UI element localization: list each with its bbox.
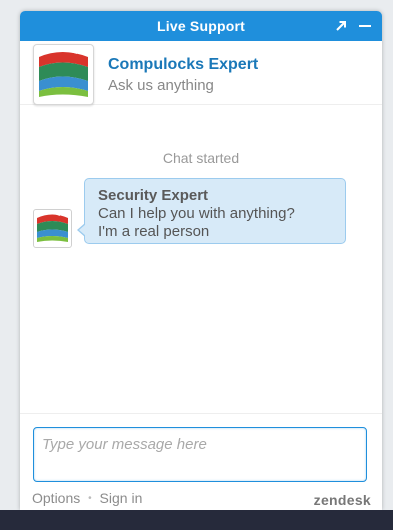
zendesk-brand[interactable]: zendesk bbox=[314, 492, 371, 508]
agent-avatar bbox=[33, 209, 72, 248]
footer-links: Options • Sign in bbox=[32, 490, 142, 506]
message-line: Can I help you with anything? bbox=[98, 205, 295, 222]
chat-log[interactable]: Chat started Security Expert Can I help … bbox=[20, 105, 382, 413]
footer-separator: • bbox=[88, 493, 92, 504]
popout-arrow-icon[interactable] bbox=[330, 11, 352, 41]
chat-widget: Live Support Compulocks Expert Ask us an… bbox=[20, 11, 382, 510]
options-link[interactable]: Options bbox=[32, 490, 80, 506]
minimize-icon[interactable] bbox=[354, 11, 376, 41]
agent-name: Compulocks Expert bbox=[108, 56, 259, 73]
message-composer: Options • Sign in zendesk bbox=[20, 413, 382, 510]
compulocks-logo bbox=[33, 44, 94, 105]
agent-header: Compulocks Expert Ask us anything bbox=[20, 41, 382, 105]
message-sender: Security Expert bbox=[98, 187, 209, 204]
chat-titlebar[interactable]: Live Support bbox=[20, 11, 382, 41]
message-input[interactable] bbox=[33, 427, 367, 482]
window-title: Live Support bbox=[157, 18, 245, 34]
message-line: I'm a real person bbox=[98, 223, 210, 240]
chat-status: Chat started bbox=[162, 150, 240, 166]
message-bubble: Security Expert Can I help you with anyt… bbox=[77, 178, 346, 244]
page-bottom-bar bbox=[0, 510, 393, 530]
sign-in-link[interactable]: Sign in bbox=[100, 490, 143, 506]
agent-tagline: Ask us anything bbox=[108, 77, 214, 94]
